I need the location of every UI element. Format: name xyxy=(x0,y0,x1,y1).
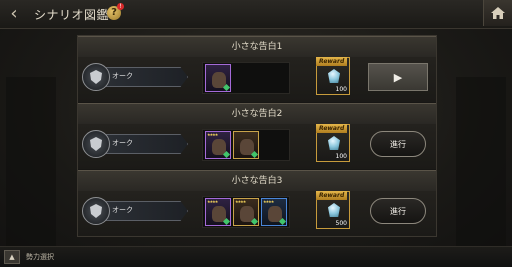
reward-tag: Reward xyxy=(316,57,348,66)
unit-slots: ★★★★ ★★★★ ★★★★ xyxy=(202,196,290,228)
faction-emblem-icon xyxy=(82,130,110,158)
chevron-left-icon: ‹ xyxy=(10,3,18,24)
gem-icon xyxy=(222,83,231,92)
triangle-up-icon: ▲ xyxy=(9,253,15,261)
unit-portrait[interactable] xyxy=(205,64,231,92)
proceed-button[interactable]: 進行 xyxy=(370,198,426,224)
faction-filter-button[interactable]: ▲ xyxy=(4,250,20,264)
play-button[interactable]: ▶ xyxy=(368,63,428,91)
background-tower xyxy=(6,77,56,247)
home-button[interactable] xyxy=(483,0,512,26)
scenario-list[interactable]: 小さな告白1 オーク Reward 100 ▶ 小さな告白2 オーク ★★★★ … xyxy=(77,35,437,237)
bottom-bar: ▲ 勢力選択 xyxy=(0,246,512,267)
top-bar: ‹ シナリオ図鑑 ? ! xyxy=(0,0,512,29)
scenario-title: 小さな告白3 xyxy=(78,170,436,192)
scenario-title: 小さな告白2 xyxy=(78,103,436,125)
crystal-icon xyxy=(328,203,340,217)
scenario-body: オーク ★★★★ Reward 100 進行 xyxy=(78,124,436,169)
unit-slots: ★★★★ xyxy=(202,129,290,161)
reward-tag: Reward xyxy=(316,124,348,133)
proceed-button[interactable]: 進行 xyxy=(370,131,426,157)
faction-selector[interactable]: オーク xyxy=(82,63,188,91)
reward-quantity: 100 xyxy=(335,153,347,160)
faction-label: オーク xyxy=(112,139,133,147)
notification-badge: ! xyxy=(117,3,124,10)
unit-portrait[interactable]: ★★★★ xyxy=(233,198,259,226)
scenario-row: 小さな告白1 オーク Reward 100 ▶ xyxy=(78,36,436,102)
unit-slots xyxy=(202,62,290,94)
reward-quantity: 100 xyxy=(335,86,347,93)
page-title: シナリオ図鑑 xyxy=(34,8,110,22)
scenario-title: 小さな告白1 xyxy=(78,36,436,58)
gem-icon xyxy=(222,150,231,159)
reward-box[interactable]: Reward 100 xyxy=(316,57,350,95)
gem-icon xyxy=(250,150,259,159)
gem-icon xyxy=(278,217,287,226)
back-button[interactable]: ‹ xyxy=(4,4,24,24)
star-rating-icon: ★★★★ xyxy=(263,199,274,204)
gem-icon xyxy=(250,217,259,226)
faction-emblem-icon xyxy=(82,197,110,225)
reward-box[interactable]: Reward 100 xyxy=(316,124,350,162)
star-rating-icon: ★★★★ xyxy=(235,199,246,204)
reward-quantity: 500 xyxy=(335,220,347,227)
faction-label: オーク xyxy=(112,72,133,80)
scenario-row: 小さな告白3 オーク ★★★★ ★★★★ ★★★★ Reward 500 進行 xyxy=(78,170,436,236)
faction-selector[interactable]: オーク xyxy=(82,130,188,158)
crystal-icon xyxy=(328,69,340,83)
reward-tag: Reward xyxy=(316,191,348,200)
crystal-icon xyxy=(328,136,340,150)
star-rating-icon: ★★★★ xyxy=(207,132,218,137)
scenario-row: 小さな告白2 オーク ★★★★ Reward 100 進行 xyxy=(78,103,436,169)
unit-portrait[interactable] xyxy=(233,131,259,159)
unit-portrait[interactable]: ★★★★ xyxy=(261,198,287,226)
unit-portrait[interactable]: ★★★★ xyxy=(205,131,231,159)
home-icon xyxy=(491,7,505,19)
faction-filter-label: 勢力選択 xyxy=(26,253,54,261)
faction-label: オーク xyxy=(112,206,133,214)
scenario-body: オーク Reward 100 ▶ xyxy=(78,57,436,102)
star-rating-icon: ★★★★ xyxy=(207,199,218,204)
faction-selector[interactable]: オーク xyxy=(82,197,188,225)
reward-box[interactable]: Reward 500 xyxy=(316,191,350,229)
faction-emblem-icon xyxy=(82,63,110,91)
background-tower xyxy=(456,77,506,247)
scenario-body: オーク ★★★★ ★★★★ ★★★★ Reward 500 進行 xyxy=(78,191,436,236)
unit-portrait[interactable]: ★★★★ xyxy=(205,198,231,226)
gem-icon xyxy=(222,217,231,226)
